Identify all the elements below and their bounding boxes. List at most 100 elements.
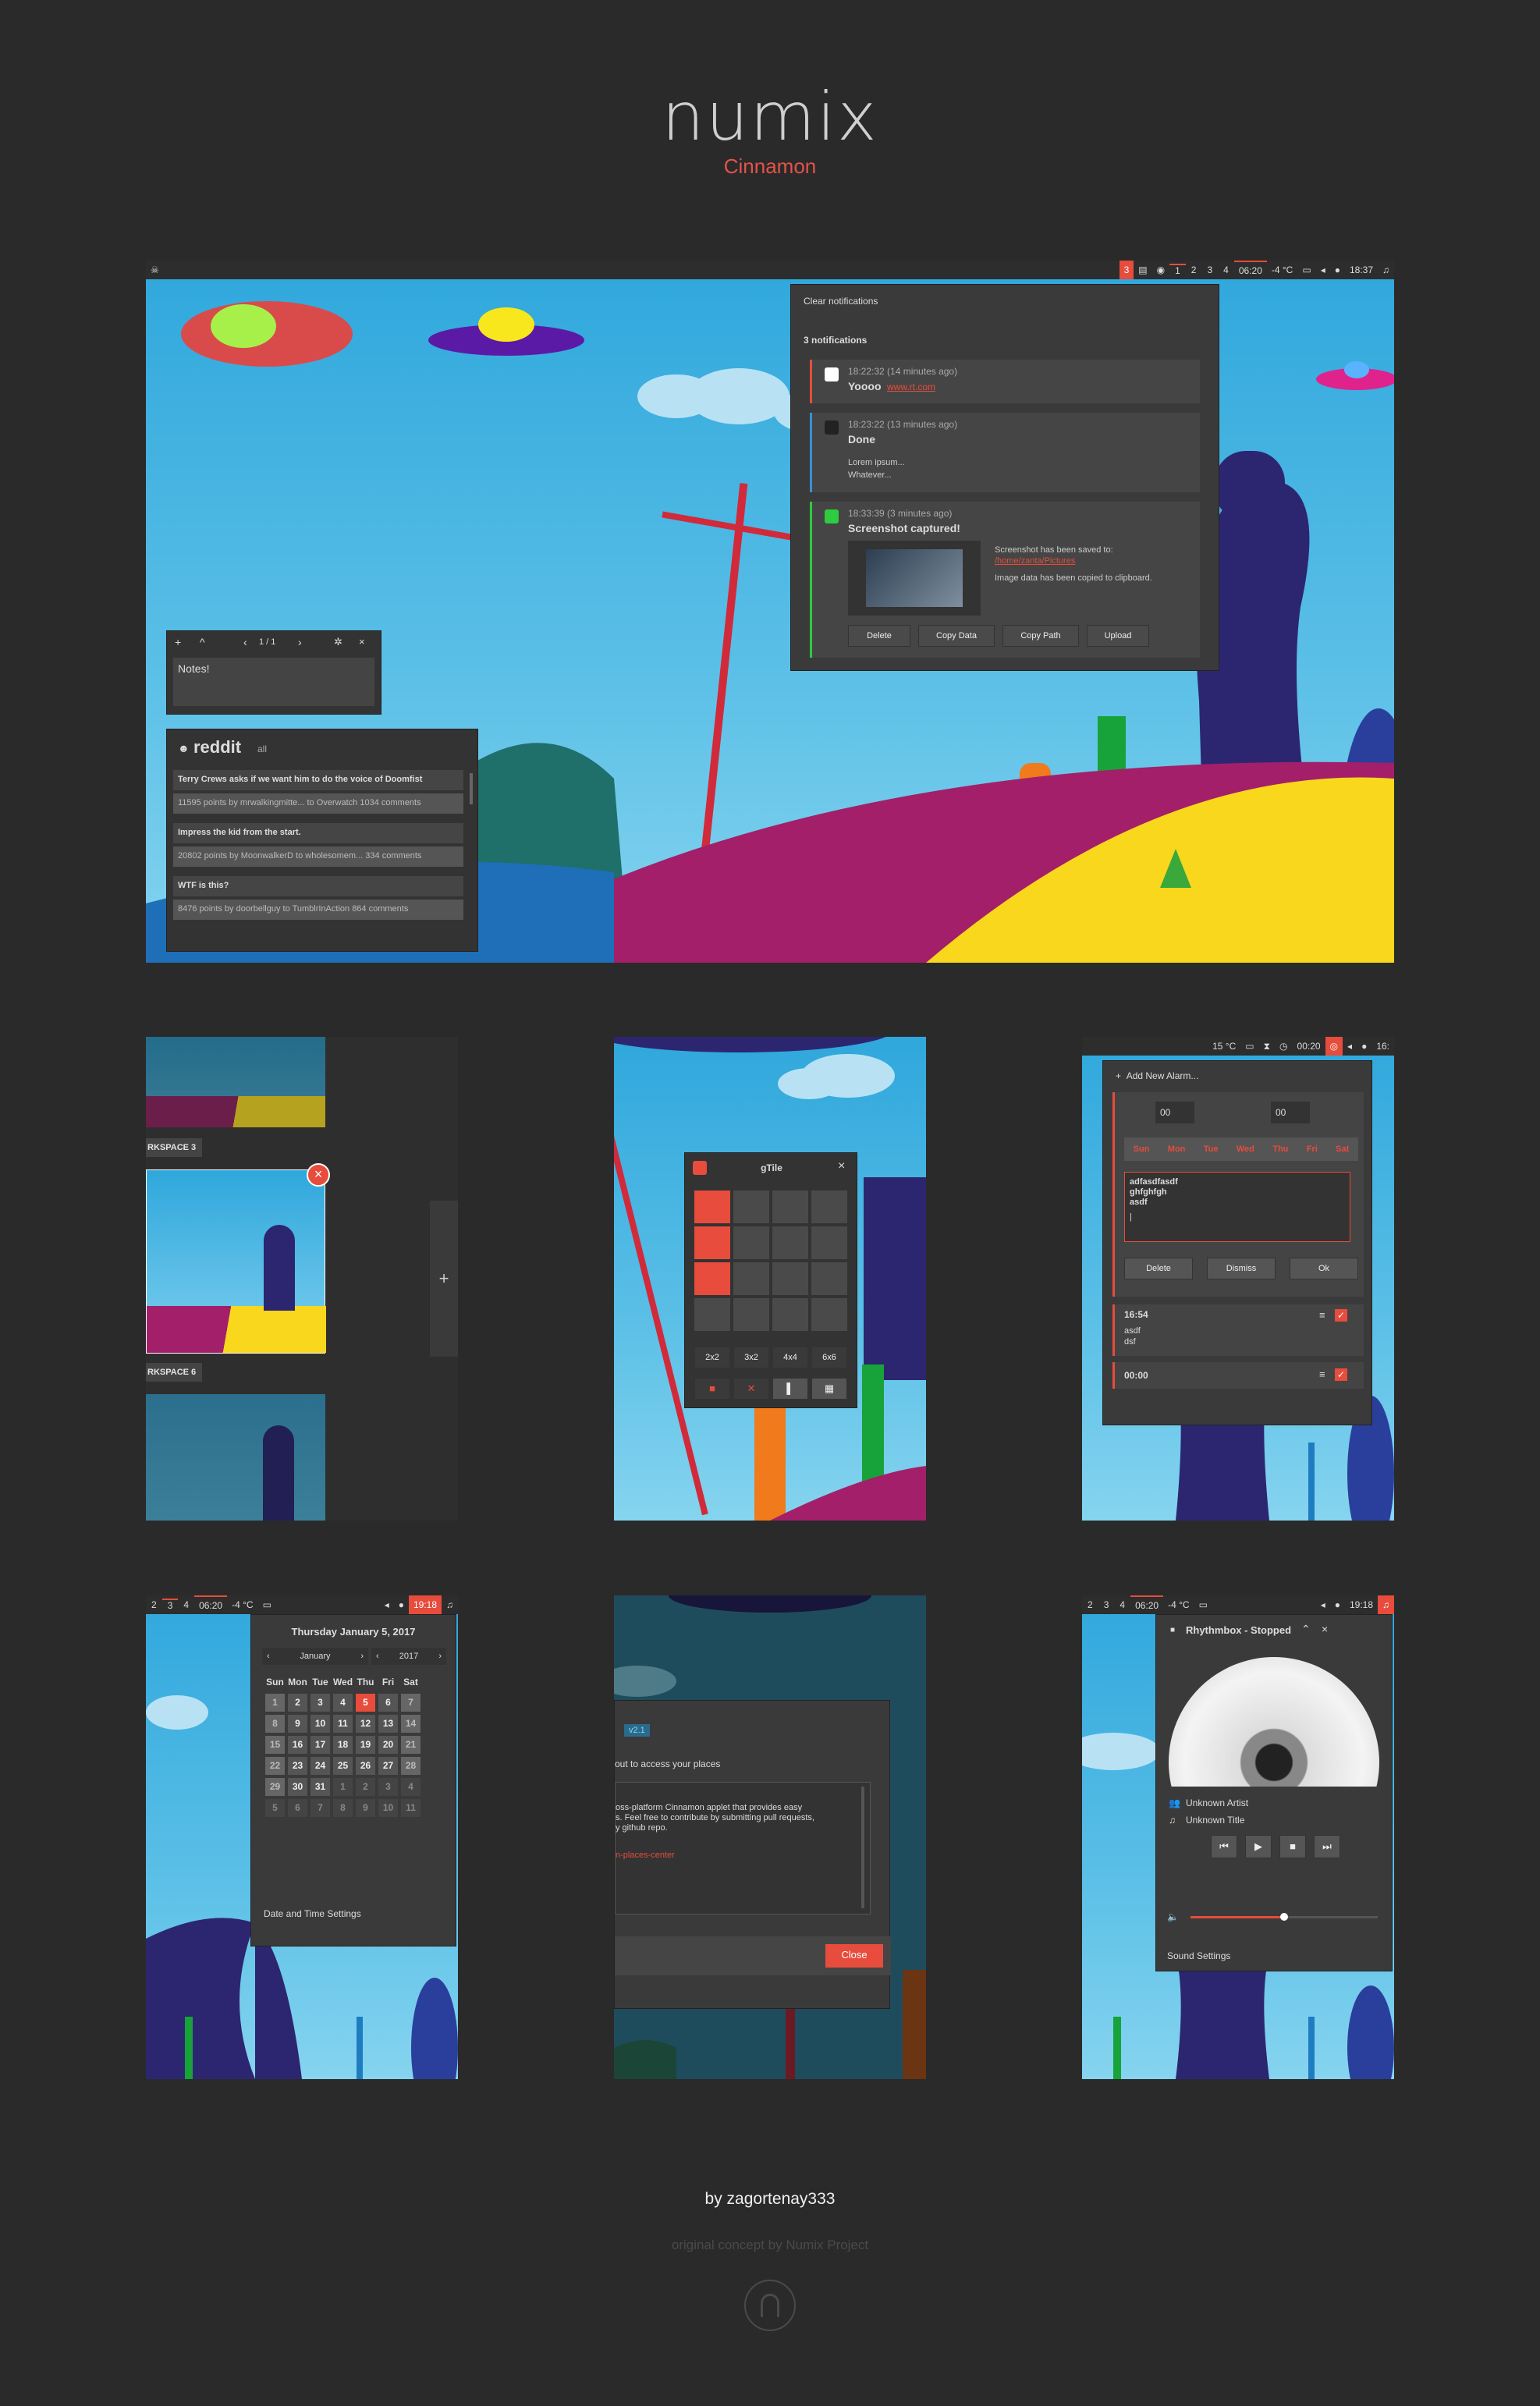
notification-link[interactable]: www.rt.com: [887, 381, 935, 392]
music-icon[interactable]: ♫: [442, 1595, 458, 1614]
subreddit-label[interactable]: all: [257, 743, 267, 754]
menu-icon[interactable]: ≡: [1319, 1309, 1325, 1321]
hour-stepper[interactable]: 00: [1155, 1102, 1194, 1123]
other-month-day[interactable]: 10: [378, 1799, 398, 1817]
close-tile-icon[interactable]: ✕: [733, 1378, 769, 1400]
grid-cell[interactable]: [733, 1262, 769, 1295]
day-cell[interactable]: 23: [288, 1757, 307, 1775]
volume-slider[interactable]: [1190, 1913, 1378, 1921]
workspace-3[interactable]: 3: [1201, 264, 1218, 275]
about-link[interactable]: n-places-center: [616, 1851, 870, 1861]
other-month-day[interactable]: 9: [356, 1799, 375, 1817]
today-cell[interactable]: 5: [356, 1694, 375, 1712]
day-cell[interactable]: 28: [401, 1757, 420, 1775]
close-icon[interactable]: ×: [1322, 1623, 1328, 1635]
day-sun[interactable]: Sun: [1134, 1144, 1150, 1154]
day-cell[interactable]: 19: [356, 1736, 375, 1754]
day-wed[interactable]: Wed: [1237, 1144, 1254, 1154]
user-icon[interactable]: ●: [394, 1595, 409, 1614]
other-month-day[interactable]: 8: [333, 1799, 353, 1817]
day-cell[interactable]: 30: [288, 1778, 307, 1796]
preset-4x4-button[interactable]: 4x4: [772, 1347, 808, 1368]
workspace-label[interactable]: RKSPACE 3: [146, 1138, 202, 1157]
day-tue[interactable]: Tue: [1204, 1144, 1219, 1154]
music-icon[interactable]: ♫: [1378, 1595, 1394, 1614]
other-month-day[interactable]: 5: [265, 1799, 285, 1817]
day-cell[interactable]: 12: [356, 1715, 375, 1733]
alarm-clock-icon[interactable]: ◎: [1325, 1037, 1343, 1056]
add-workspace-button[interactable]: +: [430, 1201, 458, 1357]
day-fri[interactable]: Fri: [1307, 1144, 1318, 1154]
grid-cell[interactable]: [694, 1191, 730, 1223]
timer[interactable]: 00:20: [1293, 1037, 1325, 1056]
workspace-thumbnail[interactable]: [146, 1169, 326, 1354]
day-cell[interactable]: 10: [310, 1715, 330, 1733]
day-cell[interactable]: 29: [265, 1778, 285, 1796]
grid-cell[interactable]: [733, 1298, 769, 1331]
grid-cell[interactable]: [811, 1191, 847, 1223]
other-month-day[interactable]: 1: [333, 1778, 353, 1796]
prev-icon[interactable]: ‹: [243, 636, 247, 648]
workspace-thumbnail[interactable]: [146, 1037, 325, 1127]
music-icon[interactable]: ♫: [1378, 261, 1394, 279]
alarm-note-input[interactable]: adfasdfasdf ghfghfgh asdf |: [1124, 1172, 1350, 1242]
year-selector[interactable]: ‹ 2017 ›: [371, 1648, 446, 1665]
day-cell[interactable]: 25: [333, 1757, 353, 1775]
day-cell[interactable]: 3: [310, 1694, 330, 1712]
clock[interactable]: 18:37: [1345, 261, 1378, 279]
workspace-3[interactable]: 3: [161, 1599, 179, 1611]
day-cell[interactable]: 13: [378, 1715, 398, 1733]
menu-icon[interactable]: ☠: [146, 261, 164, 279]
clipboard-icon[interactable]: ▤: [1134, 261, 1151, 279]
other-month-day[interactable]: 6: [288, 1799, 307, 1817]
workspace-2[interactable]: 2: [1186, 264, 1202, 275]
timer[interactable]: 06:20: [1233, 261, 1267, 279]
next-button[interactable]: ⏭: [1314, 1835, 1340, 1858]
volume-icon[interactable]: ◂: [1316, 1595, 1330, 1614]
add-alarm-button[interactable]: + Add New Alarm...: [1116, 1070, 1198, 1081]
other-month-day[interactable]: 3: [378, 1778, 398, 1796]
copy-path-button[interactable]: Copy Path: [1002, 625, 1079, 647]
month-selector[interactable]: ‹ January ›: [262, 1648, 368, 1665]
dismiss-button[interactable]: Dismiss: [1207, 1258, 1276, 1279]
clock[interactable]: 16:: [1371, 1037, 1394, 1056]
clock[interactable]: 19:18: [408, 1595, 442, 1614]
play-button[interactable]: ▶: [1245, 1835, 1272, 1858]
hourglass-icon[interactable]: ⧗: [1259, 1037, 1275, 1056]
user-icon[interactable]: ●: [1357, 1037, 1371, 1056]
workspace-thumbnail[interactable]: [146, 1394, 325, 1521]
workspace-3[interactable]: 3: [1098, 1599, 1115, 1610]
day-cell[interactable]: 21: [401, 1736, 420, 1754]
timer[interactable]: 06:20: [194, 1595, 228, 1614]
workspace-2[interactable]: 2: [1082, 1599, 1098, 1610]
other-month-day[interactable]: 7: [310, 1799, 330, 1817]
day-cell[interactable]: 17: [310, 1736, 330, 1754]
grid-cell[interactable]: [772, 1298, 808, 1331]
close-icon[interactable]: ×: [359, 636, 365, 648]
folder-icon[interactable]: ▭: [1194, 1595, 1212, 1614]
other-month-day[interactable]: 2: [356, 1778, 375, 1796]
grid-layout-icon[interactable]: ▦: [811, 1378, 847, 1400]
camera-icon[interactable]: ◉: [1152, 261, 1169, 279]
volume-icon[interactable]: ◂: [1316, 261, 1330, 279]
tile-grid[interactable]: [694, 1191, 850, 1336]
day-cell[interactable]: 22: [265, 1757, 285, 1775]
sound-settings-link[interactable]: Sound Settings: [1167, 1950, 1230, 1961]
day-cell[interactable]: 27: [378, 1757, 398, 1775]
alarm-item[interactable]: 00:00 ≡ ✓: [1112, 1362, 1364, 1389]
menu-icon[interactable]: ≡: [1319, 1368, 1325, 1380]
delete-button[interactable]: Delete: [1124, 1258, 1193, 1279]
day-cell[interactable]: 16: [288, 1736, 307, 1754]
folder-icon[interactable]: ▭: [1240, 1037, 1258, 1056]
day-cell[interactable]: 24: [310, 1757, 330, 1775]
stop-button[interactable]: ■: [1279, 1835, 1306, 1858]
workspace-2[interactable]: 2: [146, 1599, 162, 1610]
preset-6x6-button[interactable]: 6x6: [811, 1347, 847, 1368]
volume-icon[interactable]: ◂: [1343, 1037, 1357, 1056]
day-cell[interactable]: 15: [265, 1736, 285, 1754]
path-link[interactable]: /home/zanta/Pictures: [995, 556, 1075, 566]
date-time-settings-link[interactable]: Date and Time Settings: [264, 1908, 361, 1919]
day-cell[interactable]: 1: [265, 1694, 285, 1712]
clear-notifications-button[interactable]: Clear notifications: [804, 296, 878, 307]
workspace-4[interactable]: 4: [1218, 264, 1234, 275]
